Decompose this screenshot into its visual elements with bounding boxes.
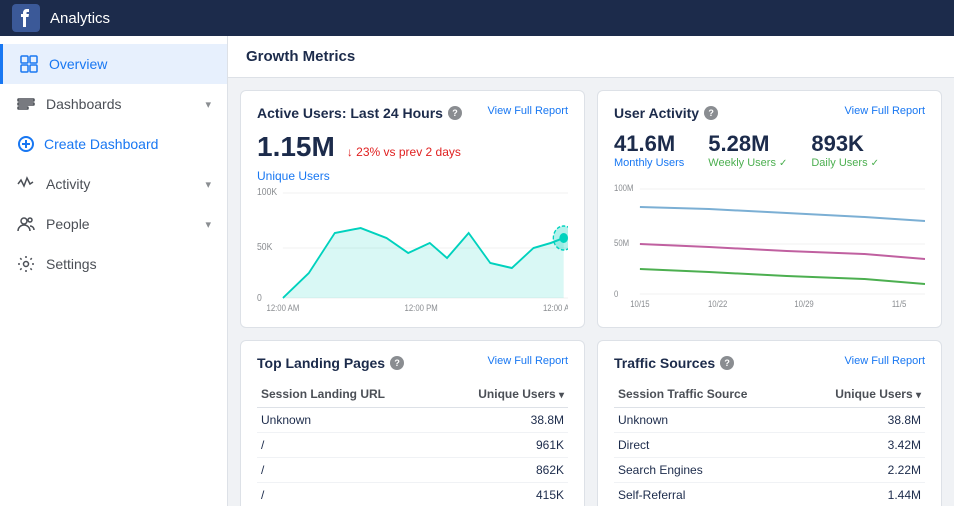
active-users-title: Active Users: Last 24 Hours ? [257, 105, 462, 121]
sidebar-item-people-label: People [46, 216, 90, 232]
active-users-change: ↓ 23% vs prev 2 days [347, 145, 461, 159]
activity-icon [16, 174, 36, 194]
landing-users-col-header[interactable]: Unique Users ▾ [439, 381, 568, 408]
people-chevron-icon: ▾ [205, 218, 211, 231]
user-activity-card-header: User Activity ? View Full Report [614, 105, 925, 121]
svg-text:100M: 100M [614, 182, 633, 193]
dashboards-icon [16, 94, 36, 114]
activity-chevron-icon: ▾ [205, 178, 211, 191]
sidebar-item-activity-label: Activity [46, 176, 90, 192]
cards-grid: Active Users: Last 24 Hours ? View Full … [228, 78, 954, 506]
active-users-info-icon: ? [448, 106, 462, 120]
traffic-sources-header: Traffic Sources ? View Full Report [614, 355, 925, 371]
user-activity-title: User Activity ? [614, 105, 718, 121]
traffic-sources-info-icon: ? [720, 356, 734, 370]
top-landing-pages-table: Session Landing URL Unique Users ▾ Unkno… [257, 381, 568, 506]
user-activity-info-icon: ? [704, 106, 718, 120]
traffic-sources-card: Traffic Sources ? View Full Report Sessi… [597, 340, 942, 506]
settings-icon [16, 254, 36, 274]
svg-text:12:00 PM: 12:00 PM [405, 302, 438, 313]
user-activity-view-report[interactable]: View Full Report [845, 105, 926, 117]
table-row: Direct3.42M [614, 433, 925, 458]
traffic-sources-title: Traffic Sources ? [614, 355, 734, 371]
table-row: /415K [257, 483, 568, 506]
dashboards-chevron-icon: ▾ [205, 98, 211, 111]
monthly-users-value: 41.6M [614, 131, 684, 157]
top-landing-pages-title: Top Landing Pages ? [257, 355, 404, 371]
svg-text:12:00 AM: 12:00 AM [543, 302, 568, 313]
layout: Overview Dashboards ▾ [0, 36, 954, 506]
top-nav: Analytics [0, 0, 954, 36]
active-users-view-report[interactable]: View Full Report [488, 105, 569, 117]
svg-text:10/15: 10/15 [630, 298, 650, 309]
traffic-source-col-header: Session Traffic Source [614, 381, 799, 408]
table-row: Unknown38.8M [614, 408, 925, 433]
traffic-sources-view-report[interactable]: View Full Report [845, 355, 926, 367]
sidebar-item-create-dashboard-label: Create Dashboard [44, 136, 158, 152]
sidebar-item-dashboards[interactable]: Dashboards ▾ [0, 84, 227, 124]
monthly-users-label: Monthly Users [614, 157, 684, 169]
sidebar-item-settings-label: Settings [46, 256, 97, 272]
user-activity-chart: 100M 50M 0 10/15 10/22 [614, 179, 925, 309]
svg-text:12:00 AM: 12:00 AM [267, 302, 300, 313]
top-landing-pages-view-report[interactable]: View Full Report [488, 355, 569, 367]
svg-text:0: 0 [614, 288, 619, 299]
active-users-card-header: Active Users: Last 24 Hours ? View Full … [257, 105, 568, 121]
top-landing-pages-info-icon: ? [390, 356, 404, 370]
svg-text:11/5: 11/5 [892, 298, 907, 309]
table-row: /862K [257, 458, 568, 483]
sidebar: Overview Dashboards ▾ [0, 36, 228, 506]
active-users-metric-row: 1.15M ↓ 23% vs prev 2 days [257, 131, 568, 163]
daily-users-metric: 893K Daily Users ✓ [811, 131, 879, 169]
weekly-users-value: 5.28M [708, 131, 787, 157]
active-users-card: Active Users: Last 24 Hours ? View Full … [240, 90, 585, 328]
section-header: Growth Metrics [228, 36, 954, 78]
sidebar-item-dashboards-label: Dashboards [46, 96, 122, 112]
sidebar-item-overview-label: Overview [49, 56, 107, 72]
daily-users-label: Daily Users ✓ [811, 157, 879, 169]
traffic-users-col-header[interactable]: Unique Users ▾ [799, 381, 925, 408]
top-landing-pages-header: Top Landing Pages ? View Full Report [257, 355, 568, 371]
sidebar-item-activity[interactable]: Activity ▾ [0, 164, 227, 204]
top-landing-pages-card: Top Landing Pages ? View Full Report Ses… [240, 340, 585, 506]
fb-logo [12, 4, 40, 32]
table-row: Unknown38.8M [257, 408, 568, 433]
people-icon [16, 214, 36, 234]
sidebar-item-overview[interactable]: Overview [0, 44, 227, 84]
app-title: Analytics [50, 10, 110, 27]
table-row: Self-Referral1.44M [614, 483, 925, 506]
svg-text:100K: 100K [257, 186, 278, 197]
main-content: Growth Metrics Active Users: Last 24 Hou… [228, 36, 954, 506]
active-users-chart: 100K 50K 0 [257, 183, 568, 313]
daily-users-value: 893K [811, 131, 879, 157]
table-row: /961K [257, 433, 568, 458]
overview-icon [19, 54, 39, 74]
svg-text:50K: 50K [257, 241, 273, 252]
svg-text:10/29: 10/29 [794, 298, 814, 309]
table-row: Search Engines2.22M [614, 458, 925, 483]
svg-text:0: 0 [257, 292, 262, 303]
plus-icon [16, 134, 36, 154]
landing-url-col-header: Session Landing URL [257, 381, 439, 408]
sidebar-item-settings[interactable]: Settings [0, 244, 227, 284]
svg-text:50M: 50M [614, 237, 629, 248]
sidebar-item-people[interactable]: People ▾ [0, 204, 227, 244]
weekly-users-label: Weekly Users ✓ [708, 157, 787, 169]
user-activity-metrics: 41.6M Monthly Users 5.28M Weekly Users ✓ [614, 131, 925, 169]
weekly-users-metric: 5.28M Weekly Users ✓ [708, 131, 787, 169]
active-users-label: Unique Users [257, 169, 568, 183]
svg-text:10/22: 10/22 [708, 298, 728, 309]
user-activity-card: User Activity ? View Full Report 41.6M M… [597, 90, 942, 328]
active-users-value: 1.15M [257, 131, 335, 163]
traffic-sources-table: Session Traffic Source Unique Users ▾ Un… [614, 381, 925, 506]
sidebar-item-create-dashboard[interactable]: Create Dashboard [0, 124, 227, 164]
monthly-users-metric: 41.6M Monthly Users [614, 131, 684, 169]
